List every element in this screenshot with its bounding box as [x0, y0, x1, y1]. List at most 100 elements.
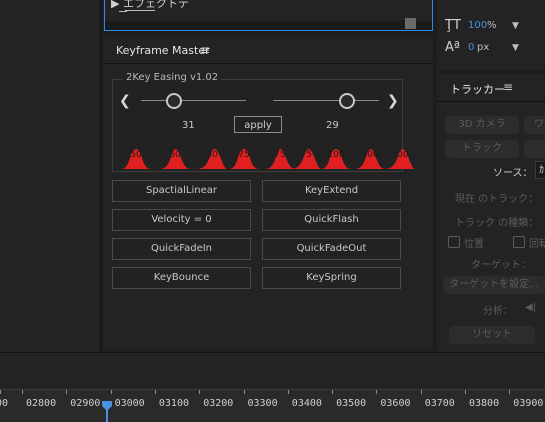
baseline-shift-value[interactable]: 0	[468, 42, 474, 53]
source-select[interactable]: ｶ	[535, 161, 545, 179]
position-label: 位置	[464, 239, 484, 250]
ruler-label: 03400	[291, 398, 322, 409]
easing-preset-label: 100	[327, 150, 345, 160]
resize-grip-icon[interactable]	[405, 18, 416, 29]
ruler-label: 03500	[336, 398, 367, 409]
ruler-label: 03200	[203, 398, 234, 409]
panel-title[interactable]: トラッカー	[450, 81, 505, 97]
ruler-tick	[287, 390, 289, 394]
ruler-label: 03700	[424, 398, 455, 409]
target-label: ターゲット：	[471, 260, 531, 271]
ruler-tick	[509, 390, 511, 394]
baseline-shift-icon: Aª	[445, 40, 461, 55]
rotation-checkbox[interactable]	[513, 236, 525, 248]
ruler-tick	[465, 390, 466, 394]
spatial-linear-button[interactable]: SpactialLinear	[112, 180, 251, 202]
easing-group: 2Key Easing v1.02 ❮ ❯ 31 apply 29 50 50 50…	[112, 72, 415, 172]
character-panel-fragment: ŢT 100 % ▼ Aª 0 px ▼	[437, 0, 545, 70]
ease-in-value: 29	[326, 120, 339, 131]
ease-in-slider[interactable]	[273, 100, 379, 101]
easing-preset-label: 100	[361, 150, 379, 160]
track-camera-button[interactable]: 3D カメラ	[445, 116, 519, 134]
analyze-backward-icon[interactable]: ◀|	[525, 302, 536, 313]
easing-preset-6[interactable]: 75	[291, 147, 321, 169]
current-track-label: 現在 のトラック：	[455, 194, 539, 205]
easing-preset-label: 75	[238, 150, 250, 160]
position-checkbox[interactable]	[448, 236, 460, 248]
stabilize-motion-button[interactable]	[524, 140, 545, 158]
ease-out-slider[interactable]	[141, 100, 246, 101]
key-spring-button[interactable]: KeySpring	[262, 267, 401, 289]
ease-out-slider-handle[interactable]	[165, 93, 182, 109]
next-arrow-icon[interactable]: ❯	[387, 94, 399, 108]
horizontal-scrollbar[interactable]	[105, 21, 432, 30]
ruler-label: 03800	[469, 398, 500, 409]
effects-panel-fragment: ▶ エフェクトテ	[104, 0, 433, 31]
key-bounce-button[interactable]: KeyBounce	[112, 267, 251, 289]
easing-preset-9[interactable]: 100	[385, 147, 415, 169]
ruler-label: 02900	[70, 398, 101, 409]
quick-fade-out-button[interactable]: QuickFadeOut	[262, 238, 401, 260]
ruler-label: 03600	[380, 398, 411, 409]
panel-menu-icon[interactable]: ≡	[200, 43, 210, 57]
leading-value[interactable]: 100	[468, 20, 487, 31]
ruler-tick	[332, 390, 334, 394]
ruler-label: 02800	[26, 398, 57, 409]
quick-flash-button[interactable]: QuickFlash	[262, 209, 401, 231]
set-target-button[interactable]: ターゲットを設定...	[443, 276, 545, 294]
baseline-shift-unit: px	[477, 42, 490, 53]
ruler-tick	[376, 390, 378, 394]
left-panel	[0, 0, 101, 352]
analyze-label: 分析：	[483, 306, 513, 317]
leading-dropdown-icon[interactable]: ▼	[512, 21, 519, 31]
easing-preset-label: 100	[391, 150, 409, 160]
rotation-label: 回転	[529, 239, 545, 250]
panel-header: トラッカー ≡	[437, 74, 545, 102]
ease-out-value: 31	[182, 120, 195, 131]
easing-preset-8[interactable]: 100	[355, 147, 385, 169]
source-label: ソース：	[493, 168, 533, 179]
ruler-label: 03100	[158, 398, 189, 409]
easing-preset-4[interactable]: 75	[229, 147, 259, 169]
velocity-zero-button[interactable]: Velocity = 0	[112, 209, 251, 231]
easing-preset-1[interactable]: 50	[121, 147, 151, 169]
easing-preset-label: 50	[130, 150, 142, 160]
ruler-label: 03300	[247, 398, 278, 409]
apply-button[interactable]: apply	[234, 116, 282, 133]
tracker-panel: トラッカー ≡ 3D カメラ ワ トラック ソース： ｶ 現在 のトラック： ト…	[437, 74, 545, 352]
reset-button[interactable]: リセット	[449, 326, 535, 344]
quick-fade-in-button[interactable]: QuickFadeIn	[112, 238, 251, 260]
easing-preset-label: 50	[206, 150, 218, 160]
ruler-tick	[243, 390, 245, 394]
track-motion-button[interactable]: トラック	[445, 140, 519, 158]
key-extend-button[interactable]: KeyExtend	[262, 180, 401, 202]
easing-preset-label: 75	[300, 150, 312, 160]
easing-preset-3[interactable]: 50	[197, 147, 227, 169]
time-ruler[interactable]: 00 02800 02900 03000 03100 03200 03300 03400 035…	[0, 389, 545, 422]
ease-in-slider-handle[interactable]	[339, 93, 356, 109]
previous-arrow-icon[interactable]: ❮	[119, 94, 131, 108]
tree-item-line-2	[125, 10, 155, 14]
baseline-dropdown-icon[interactable]: ▼	[512, 43, 519, 53]
leading-icon: ŢT	[445, 18, 461, 33]
ruler-tick	[110, 390, 112, 394]
ruler-tick	[154, 390, 156, 394]
ruler-label: 03900	[513, 398, 544, 409]
easing-preset-label: 50	[169, 150, 181, 160]
playhead-icon[interactable]	[102, 401, 112, 411]
easing-preset-7[interactable]: 100	[321, 147, 351, 169]
track-type-label: トラック の種類：	[455, 218, 539, 229]
easing-group-legend: 2Key Easing v1.02	[123, 72, 222, 83]
ruler-label: 00	[0, 398, 9, 409]
ruler-tick	[199, 390, 201, 394]
easing-preset-2[interactable]: 50	[160, 147, 190, 169]
panel-menu-icon[interactable]: ≡	[503, 80, 513, 94]
ruler-tick	[420, 390, 422, 394]
ruler-tick	[0, 390, 1, 394]
warp-stabilizer-button[interactable]: ワ	[524, 116, 545, 134]
keyframe-master-panel: Keyframe Master ≡ 2Key Easing v1.02 ❮ ❯ …	[104, 37, 433, 349]
ruler-tick	[66, 390, 68, 394]
panel-title[interactable]: Keyframe Master	[116, 44, 210, 57]
ruler-label: 03000	[114, 398, 145, 409]
leading-unit: %	[487, 20, 497, 31]
